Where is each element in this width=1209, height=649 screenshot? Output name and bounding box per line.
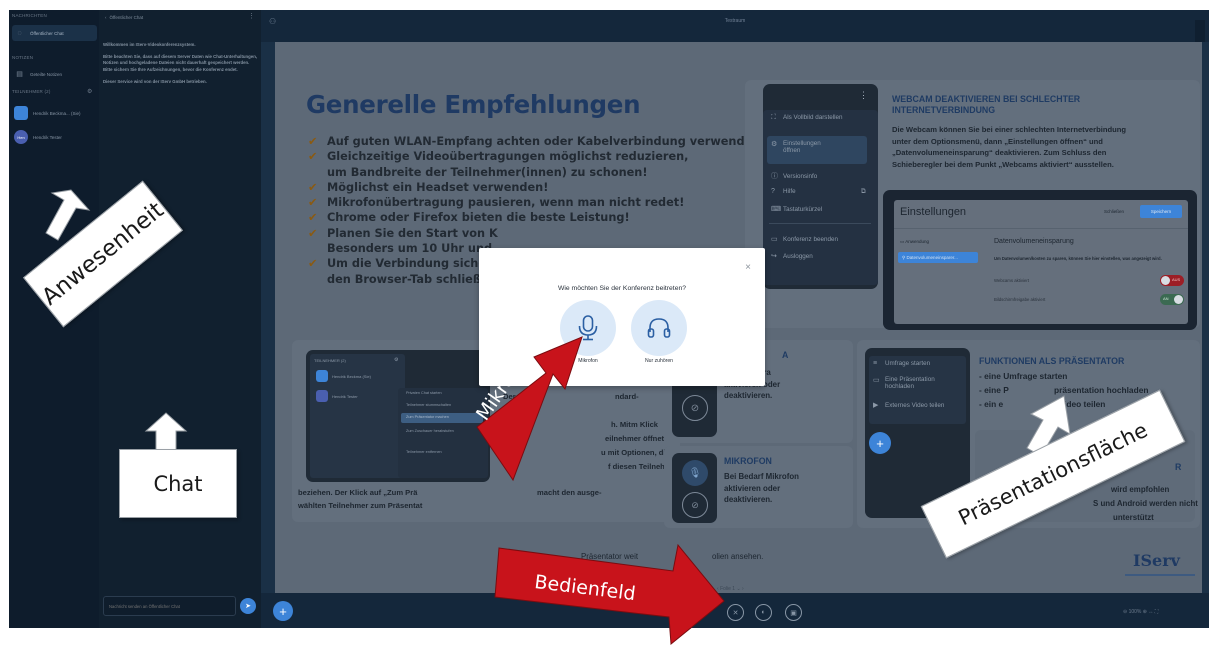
annotation-chat: Chat [119,449,237,518]
app-window: NACHRICHTEN ◌ Öffentlicher Chat NOTIZEN … [0,0,1209,649]
annotation-arrows [45,189,1071,645]
